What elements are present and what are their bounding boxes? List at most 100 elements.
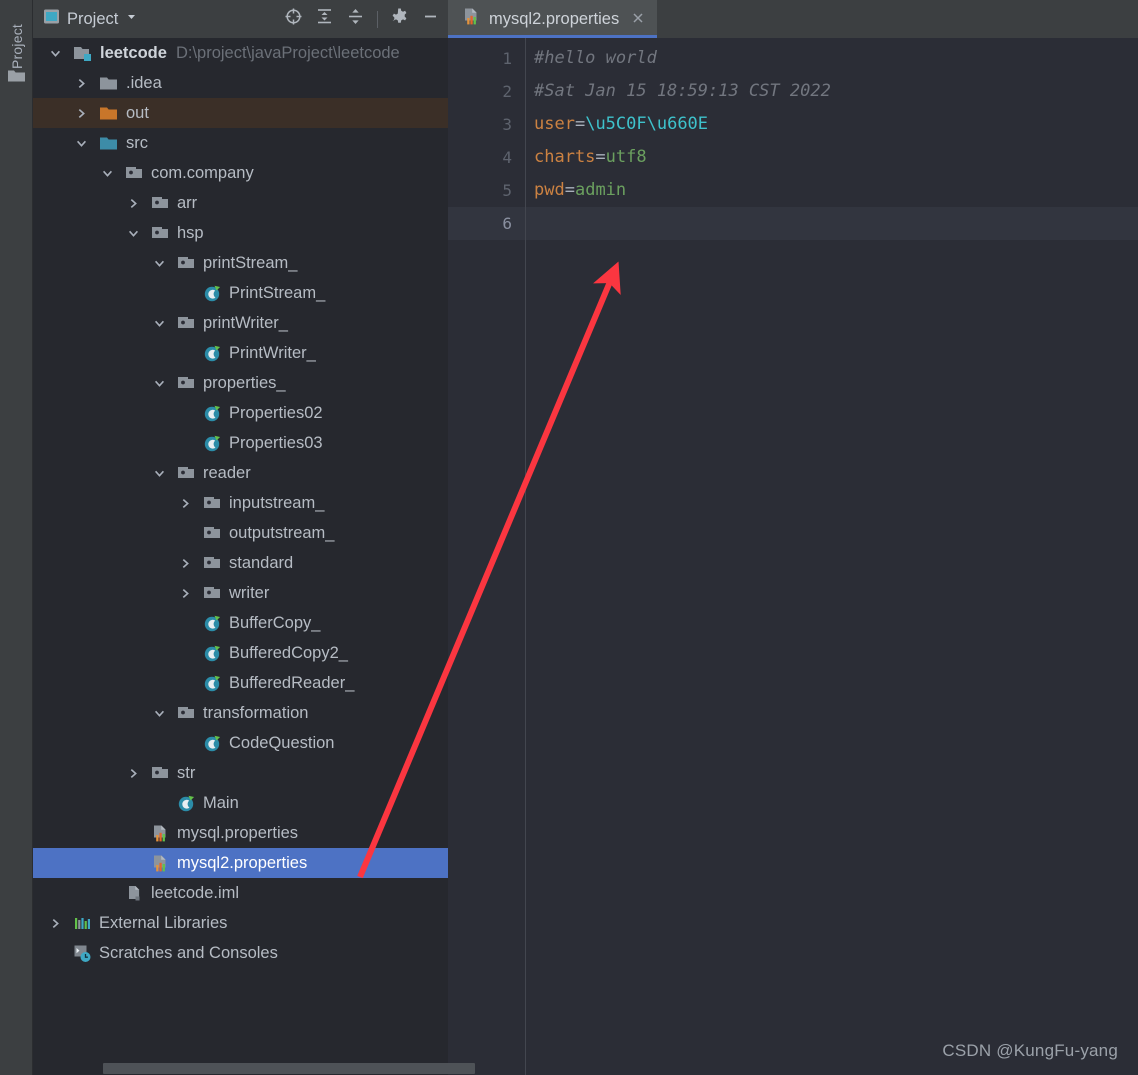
- select-opened-file-icon[interactable]: [284, 7, 303, 31]
- hide-icon[interactable]: [421, 7, 440, 31]
- tree-row[interactable]: Properties02: [33, 398, 448, 428]
- code-token-uni: \u5C0F\u660E: [585, 114, 709, 134]
- tree-row[interactable]: mysql2.properties: [33, 848, 448, 878]
- code-line[interactable]: #hello world: [526, 42, 1138, 75]
- tree-row[interactable]: printWriter_: [33, 308, 448, 338]
- tree-row[interactable]: .idea: [33, 68, 448, 98]
- tree-row[interactable]: BufferCopy_: [33, 608, 448, 638]
- chevron-right-icon[interactable]: [73, 105, 90, 122]
- package-icon: [203, 585, 222, 601]
- tree-row[interactable]: CodeQuestion: [33, 728, 448, 758]
- tree-row-label: reader: [203, 463, 251, 482]
- chevron-down-icon[interactable]: [151, 465, 168, 482]
- tree-row[interactable]: PrintStream_: [33, 278, 448, 308]
- tree-row[interactable]: outputstream_: [33, 518, 448, 548]
- project-panel-actions: [284, 7, 440, 31]
- tree-row[interactable]: External Libraries: [33, 908, 448, 938]
- code-line[interactable]: [526, 207, 1138, 240]
- tree-row[interactable]: com.company: [33, 158, 448, 188]
- code-token-comment: #hello world: [534, 48, 657, 68]
- code-content[interactable]: #hello world #Sat Jan 15 18:59:13 CST 202…: [526, 38, 1138, 1075]
- tree-row[interactable]: hsp: [33, 218, 448, 248]
- tree-row[interactable]: Properties03: [33, 428, 448, 458]
- tree-row-label: writer: [229, 583, 270, 602]
- chevron-down-icon[interactable]: [47, 45, 64, 62]
- tree-row-label: CodeQuestion: [229, 733, 335, 752]
- sidebar-hscrollbar-thumb[interactable]: [103, 1063, 475, 1074]
- tree-row[interactable]: leetcode D:\project\javaProject\leetcode: [33, 38, 448, 68]
- tree-row[interactable]: PrintWriter_: [33, 338, 448, 368]
- tree-row[interactable]: Main: [33, 788, 448, 818]
- tree-row[interactable]: standard: [33, 548, 448, 578]
- sidebar-hscrollbar-track[interactable]: [33, 1061, 475, 1075]
- tree-row[interactable]: printStream_: [33, 248, 448, 278]
- code-line[interactable]: pwd=admin: [526, 174, 1138, 207]
- tree-row[interactable]: reader: [33, 458, 448, 488]
- tree-row[interactable]: mysql.properties: [33, 818, 448, 848]
- chevron-right-icon[interactable]: [47, 915, 64, 932]
- tree-row[interactable]: leetcode.iml: [33, 878, 448, 908]
- tree-row[interactable]: arr: [33, 188, 448, 218]
- tree-row[interactable]: inputstream_: [33, 488, 448, 518]
- chevron-down-icon[interactable]: [151, 375, 168, 392]
- tree-row[interactable]: str: [33, 758, 448, 788]
- tree-row[interactable]: Scratches and Consoles: [33, 938, 448, 968]
- line-number: 6: [448, 207, 525, 240]
- chevron-down-icon[interactable]: [99, 165, 116, 182]
- code-line[interactable]: charts=utf8: [526, 141, 1138, 174]
- collapse-all-icon[interactable]: [346, 7, 365, 31]
- chevron-down-icon[interactable]: [151, 255, 168, 272]
- line-number-gutter: 1 2 3 4 5 6: [448, 38, 526, 1075]
- code-token-eq: =: [574, 114, 586, 134]
- settings-gear-icon[interactable]: [390, 7, 409, 31]
- package-icon: [203, 525, 222, 541]
- chevron-down-icon[interactable]: [125, 225, 142, 242]
- tree-row[interactable]: transformation: [33, 698, 448, 728]
- folder-excluded-icon: [99, 105, 119, 122]
- close-icon[interactable]: [631, 11, 645, 28]
- package-icon: [151, 195, 170, 211]
- code-token-val: admin: [574, 180, 627, 200]
- code-token-eq: =: [564, 180, 575, 200]
- project-view-selector[interactable]: Project: [43, 8, 138, 30]
- code-token-eq: =: [595, 147, 606, 167]
- chevron-down-icon[interactable]: [151, 705, 168, 722]
- code-editor[interactable]: 1 2 3 4 5 6 #hello world #Sat Jan 15 18:59:13 …: [448, 38, 1138, 1075]
- project-panel-title: Project: [67, 9, 119, 28]
- chevron-right-icon[interactable]: [177, 555, 194, 572]
- chevron-right-icon[interactable]: [177, 495, 194, 512]
- package-icon: [177, 705, 196, 721]
- editor-tabbar[interactable]: mysql2.properties: [448, 0, 1138, 38]
- tree-row-label: inputstream_: [229, 493, 325, 512]
- chevron-right-icon[interactable]: [177, 585, 194, 602]
- tree-row[interactable]: src: [33, 128, 448, 158]
- java-class-icon: [203, 614, 222, 633]
- properties-file-icon: [462, 7, 481, 31]
- tree-row-label: com.company: [151, 163, 254, 182]
- code-line[interactable]: #Sat Jan 15 18:59:13 CST 2022: [526, 75, 1138, 108]
- tree-row-label: Properties02: [229, 403, 323, 422]
- tree-row[interactable]: properties_: [33, 368, 448, 398]
- chevron-down-icon[interactable]: [125, 10, 138, 28]
- code-line[interactable]: user=\u5C0F\u660E: [526, 108, 1138, 141]
- chevron-right-icon[interactable]: [125, 765, 142, 782]
- tree-row-label: BufferedReader_: [229, 673, 355, 692]
- chevron-down-icon[interactable]: [73, 135, 90, 152]
- tool-window-button-label: Project: [8, 23, 25, 69]
- tree-row[interactable]: writer: [33, 578, 448, 608]
- tree-row-label: External Libraries: [99, 913, 228, 932]
- java-class-icon: [203, 404, 222, 423]
- tree-row[interactable]: out: [33, 98, 448, 128]
- tree-row[interactable]: BufferedReader_: [33, 668, 448, 698]
- editor-tab[interactable]: mysql2.properties: [448, 0, 658, 38]
- tree-row[interactable]: BufferedCopy2_: [33, 638, 448, 668]
- expand-all-icon[interactable]: [315, 7, 334, 31]
- tree-row-label: leetcode.iml: [151, 883, 240, 902]
- line-number: 1: [502, 49, 512, 68]
- chevron-right-icon[interactable]: [73, 75, 90, 92]
- project-sidebar: Project leetcode D:\project\javaProject\…: [33, 0, 448, 1075]
- chevron-right-icon[interactable]: [125, 195, 142, 212]
- chevron-down-icon[interactable]: [151, 315, 168, 332]
- folder-icon[interactable]: [7, 68, 26, 89]
- project-tree[interactable]: leetcode D:\project\javaProject\leetcode.…: [33, 38, 448, 1075]
